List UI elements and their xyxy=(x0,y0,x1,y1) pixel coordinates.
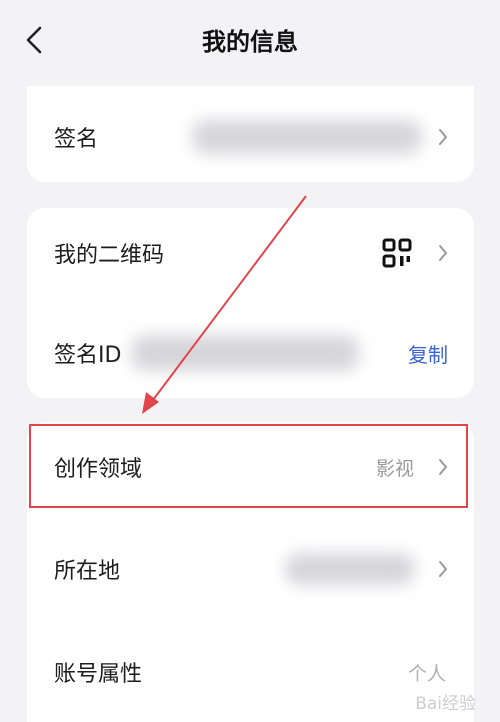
top-bar: 我的信息 xyxy=(0,0,500,84)
signature-label: 签名 xyxy=(54,127,99,152)
row-location[interactable]: 所在地 xyxy=(27,524,474,614)
watermark-logo-text: Bai经验 xyxy=(415,694,476,714)
sign-id-label: 签名ID xyxy=(54,343,122,368)
chevron-right-icon xyxy=(436,127,450,147)
account-type-value: 个人 xyxy=(407,662,446,685)
copy-button[interactable]: 复制 xyxy=(408,339,448,368)
row-signature[interactable]: 签名 xyxy=(27,92,474,182)
chevron-right-icon xyxy=(436,243,450,263)
row-sign-id: 签名ID 复制 xyxy=(27,308,474,398)
qrcode-label: 我的二维码 xyxy=(54,243,165,268)
chevron-right-icon xyxy=(436,559,450,579)
location-label: 所在地 xyxy=(54,559,121,584)
page-title: 我的信息 xyxy=(202,28,298,56)
row-qrcode[interactable]: 我的二维码 xyxy=(27,208,474,298)
blurred-signature-value xyxy=(192,120,422,154)
baidu-jingyan-watermark: Bai经验 xyxy=(415,689,476,714)
row-account-type[interactable]: 账号属性 个人 xyxy=(27,627,474,717)
card-signature: 签名 xyxy=(27,86,474,182)
card-qrcode: 我的二维码 签名ID 复制 xyxy=(27,208,474,398)
highlight-box xyxy=(29,424,468,508)
account-type-label: 账号属性 xyxy=(54,662,143,687)
qrcode-icon xyxy=(382,238,412,268)
blurred-location-value xyxy=(285,553,415,585)
blurred-sign-id-value xyxy=(131,335,359,371)
